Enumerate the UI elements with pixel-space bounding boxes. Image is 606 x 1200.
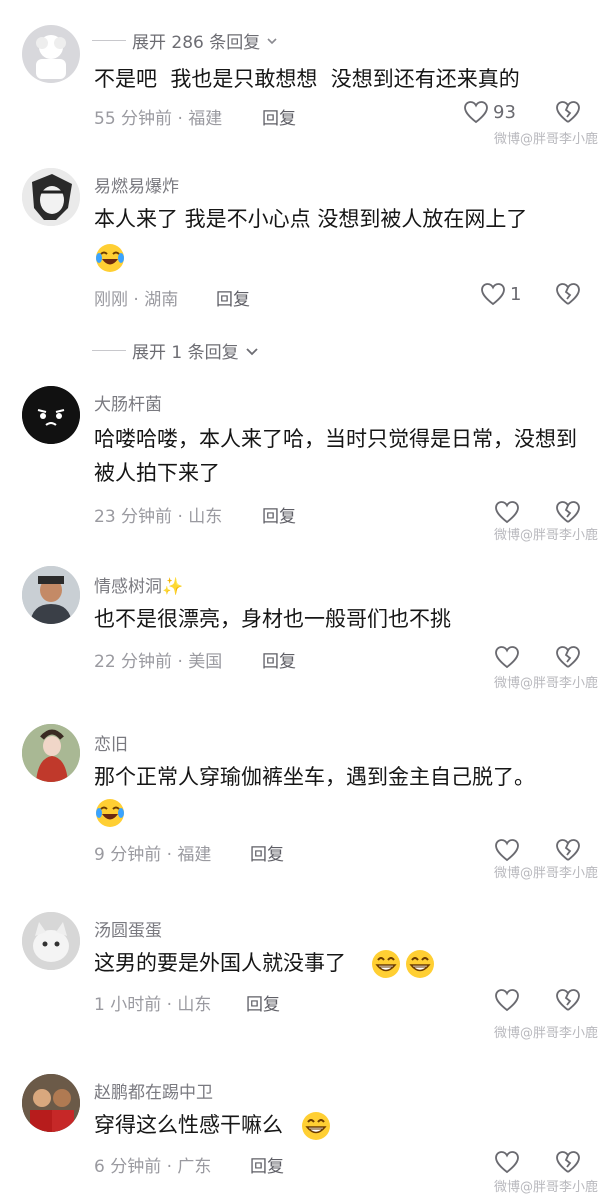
- username[interactable]: 易燃易爆炸: [94, 172, 179, 197]
- comment-text: 不是吧 我也是只敢想想 没想到还有还来真的: [94, 67, 520, 91]
- heart-outline-icon: [481, 283, 505, 306]
- comment-meta: 9 分钟前 · 福建: [94, 845, 212, 865]
- reply-button[interactable]: 回复: [262, 647, 296, 672]
- like-button[interactable]: [494, 500, 520, 524]
- heart-outline-icon: [464, 101, 488, 124]
- divider-line: [92, 40, 126, 41]
- dislike-button[interactable]: [555, 1150, 581, 1178]
- reply-button[interactable]: 回复: [216, 285, 250, 310]
- reply-button[interactable]: 回复: [262, 502, 296, 527]
- comment-text: 也不是很漂亮，身材也一般哥们也不挑: [94, 607, 451, 631]
- comment-meta: 22 分钟前 · 美国: [94, 652, 223, 672]
- like-button[interactable]: [494, 645, 520, 669]
- like-button[interactable]: 93: [463, 100, 516, 124]
- avatar[interactable]: [22, 168, 80, 226]
- comment-text: 本人来了 我是不小心点 没想到被人放在网上了: [94, 207, 528, 231]
- laugh-cry-emoji-icon: [96, 244, 124, 272]
- avatar[interactable]: [22, 386, 80, 444]
- broken-heart-icon: [556, 839, 580, 861]
- comment-text: 这男的要是外国人就没事了: [94, 951, 346, 975]
- avatar[interactable]: [22, 1074, 80, 1132]
- broken-heart-icon: [556, 646, 580, 668]
- chevron-down-icon: [267, 37, 277, 44]
- like-button[interactable]: [494, 1150, 520, 1174]
- comment-meta: 1 小时前 · 山东: [94, 995, 212, 1015]
- grin-emoji-icon: [302, 1112, 330, 1140]
- username[interactable]: 恋旧: [94, 730, 128, 755]
- comment-meta: 55 分钟前 · 福建: [94, 109, 223, 129]
- dislike-button[interactable]: [555, 100, 581, 128]
- watermark: 微博@胖哥李小鹿: [494, 866, 599, 881]
- heart-outline-icon: [495, 646, 519, 669]
- broken-heart-icon: [556, 989, 580, 1011]
- broken-heart-icon: [556, 1151, 580, 1173]
- watermark: 微博@胖哥李小鹿: [494, 1180, 599, 1195]
- comment-meta: 刚刚 · 湖南: [94, 290, 179, 310]
- comment-meta: 6 分钟前 · 广东: [94, 1157, 212, 1177]
- comment-meta: 23 分钟前 · 山东: [94, 507, 223, 527]
- heart-outline-icon: [495, 501, 519, 524]
- heart-outline-icon: [495, 1151, 519, 1174]
- divider-line: [92, 350, 126, 351]
- dislike-button[interactable]: [555, 645, 581, 673]
- broken-heart-icon: [556, 283, 580, 305]
- reply-button[interactable]: 回复: [250, 1152, 284, 1177]
- like-button[interactable]: [494, 838, 520, 862]
- like-count: 1: [510, 283, 522, 305]
- expand-replies-top[interactable]: 展开 286 条回复: [92, 28, 278, 53]
- comment-text: 那个正常人穿瑜伽裤坐车，遇到金主自己脱了。: [94, 765, 535, 789]
- broken-heart-icon: [556, 501, 580, 523]
- expand-replies[interactable]: 展开 1 条回复: [92, 338, 259, 363]
- laugh-cry-emoji-icon: [96, 799, 124, 827]
- dislike-button[interactable]: [555, 988, 581, 1016]
- like-button[interactable]: [494, 988, 520, 1012]
- heart-outline-icon: [495, 839, 519, 862]
- grin-emoji-icon: [406, 950, 434, 978]
- watermark: 微博@胖哥李小鹿: [494, 528, 599, 543]
- username[interactable]: 大肠杆菌: [94, 390, 162, 415]
- grin-emoji-icon: [372, 950, 400, 978]
- like-count: 93: [493, 101, 516, 123]
- username[interactable]: 汤圆蛋蛋: [94, 916, 162, 941]
- avatar[interactable]: [22, 25, 80, 83]
- heart-outline-icon: [495, 989, 519, 1012]
- expand-label: 展开 286 条回复: [132, 33, 261, 53]
- reply-button[interactable]: 回复: [250, 840, 284, 865]
- username[interactable]: 赵鹏都在踢中卫: [94, 1078, 213, 1103]
- reply-button[interactable]: 回复: [262, 104, 296, 129]
- comment-text: 穿得这么性感干嘛么: [94, 1113, 283, 1137]
- expand-label: 展开 1 条回复: [132, 343, 239, 363]
- avatar[interactable]: [22, 912, 80, 970]
- like-button[interactable]: 1: [480, 282, 521, 306]
- avatar[interactable]: [22, 566, 80, 624]
- dislike-button[interactable]: [555, 282, 581, 310]
- watermark: 微博@胖哥李小鹿: [494, 132, 599, 147]
- username[interactable]: 情感树洞✨: [94, 572, 183, 597]
- reply-button[interactable]: 回复: [246, 990, 280, 1015]
- comment-text: 哈喽哈喽，本人来了哈，当时只觉得是日常，没想到被人拍下来了: [94, 427, 577, 485]
- watermark: 微博@胖哥李小鹿: [494, 676, 599, 691]
- broken-heart-icon: [556, 101, 580, 123]
- avatar[interactable]: [22, 724, 80, 782]
- chevron-down-icon: [245, 347, 258, 355]
- watermark: 微博@胖哥李小鹿: [494, 1026, 599, 1041]
